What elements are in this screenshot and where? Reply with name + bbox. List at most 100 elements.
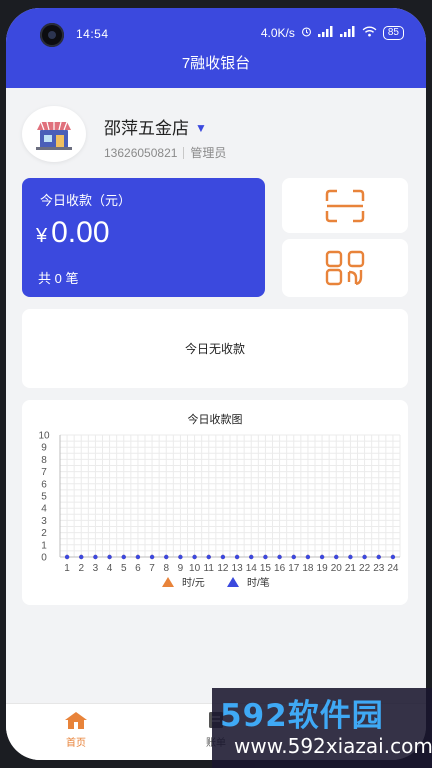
scan-icon bbox=[325, 189, 365, 222]
x-tick-label: 10 bbox=[189, 563, 201, 574]
store-name[interactable]: 邵萍五金店 ▼ bbox=[104, 114, 207, 139]
qr-code-button[interactable] bbox=[282, 239, 408, 297]
store-role: 管理员 bbox=[190, 146, 227, 160]
data-point-1 bbox=[334, 554, 339, 560]
data-point-1 bbox=[220, 554, 226, 560]
data-point-1 bbox=[121, 554, 126, 560]
x-tick-label: 16 bbox=[274, 563, 286, 574]
data-point-1 bbox=[319, 554, 325, 560]
network-speed: 4.0K/s bbox=[260, 26, 295, 40]
data-point-1 bbox=[277, 554, 282, 560]
x-tick-label: 5 bbox=[121, 563, 127, 574]
signal-icon-2 bbox=[339, 26, 356, 40]
store-meta: 13626050821 管理员 bbox=[104, 144, 226, 161]
data-point-1 bbox=[164, 554, 169, 560]
data-point-1 bbox=[107, 554, 112, 560]
main-content: 邵萍五金店 ▼ 13626050821 管理员 今日收款（元） ¥0.00 共 0 … bbox=[6, 88, 426, 704]
x-tick-label: 19 bbox=[317, 563, 329, 574]
status-icons: 4.0K/s 85 bbox=[261, 26, 404, 40]
data-point-1 bbox=[291, 554, 296, 560]
data-point-1 bbox=[263, 554, 268, 560]
scan-button[interactable] bbox=[282, 178, 408, 233]
x-tick-label: 9 bbox=[178, 563, 184, 574]
app-title: 7融收银台 bbox=[181, 55, 251, 72]
legend-marker bbox=[162, 577, 174, 587]
x-tick-label: 13 bbox=[232, 563, 244, 574]
data-point-1 bbox=[390, 554, 396, 560]
y-tick-label: 3 bbox=[41, 516, 47, 527]
data-point-1 bbox=[93, 554, 98, 560]
phone-screen: 14:54 4.0K/s 85 7融收银台 邵萍五金店 ▼ 1362605082… bbox=[6, 8, 426, 760]
today-label: 今日收款（元） bbox=[40, 193, 132, 208]
x-tick-label: 20 bbox=[331, 563, 343, 574]
alarm-icon bbox=[301, 26, 312, 40]
today-amount: ¥0.00 bbox=[36, 216, 110, 250]
y-tick-label: 0 bbox=[41, 553, 47, 564]
legend-label: 时/笔 bbox=[247, 576, 270, 589]
x-tick-label: 8 bbox=[163, 563, 169, 574]
y-tick-label: 6 bbox=[41, 479, 47, 490]
x-tick-label: 22 bbox=[359, 563, 371, 574]
x-tick-label: 6 bbox=[135, 563, 141, 574]
wifi-icon bbox=[362, 26, 377, 40]
y-tick-label: 9 bbox=[41, 443, 47, 454]
data-point-1 bbox=[192, 554, 197, 560]
today-amount-value: 0.00 bbox=[51, 216, 110, 249]
signal-icon bbox=[317, 26, 334, 40]
x-tick-label: 4 bbox=[107, 563, 113, 574]
x-tick-label: 15 bbox=[260, 563, 272, 574]
legend-marker bbox=[227, 577, 239, 587]
x-tick-label: 11 bbox=[204, 563, 215, 574]
data-point-1 bbox=[362, 554, 367, 560]
status-time: 14:54 bbox=[76, 27, 109, 41]
y-tick-label: 2 bbox=[41, 528, 47, 539]
x-tick-label: 2 bbox=[78, 563, 84, 574]
camera-icon bbox=[40, 23, 64, 47]
status-bar: 14:54 4.0K/s 85 bbox=[6, 23, 426, 47]
store-avatar bbox=[22, 106, 86, 162]
data-point-1 bbox=[79, 554, 84, 560]
x-tick-label: 23 bbox=[373, 563, 385, 574]
data-point-1 bbox=[135, 554, 141, 560]
empty-payments-card: 今日无收款 bbox=[22, 309, 408, 388]
data-point-1 bbox=[64, 554, 70, 560]
data-point-1 bbox=[149, 554, 155, 560]
data-point-1 bbox=[206, 554, 211, 560]
x-tick-label: 24 bbox=[387, 563, 399, 574]
y-tick-label: 4 bbox=[41, 504, 47, 515]
store-name-text: 邵萍五金店 bbox=[104, 119, 189, 138]
today-summary-card[interactable]: 今日收款（元） ¥0.00 共 0 笔 bbox=[22, 178, 265, 297]
currency-symbol: ¥ bbox=[36, 225, 48, 247]
today-count: 共 0 笔 bbox=[38, 271, 79, 286]
tab-home[interactable]: 首页 bbox=[6, 704, 146, 760]
chart-card: 今日收款图 0 1 2 3 4 5 6 7 8 9 10 1 2 3 4 5 6 7 8 9 10 11 12 13 14 15 1… bbox=[22, 400, 408, 605]
data-point-1 bbox=[348, 554, 353, 560]
y-tick-label: 10 bbox=[38, 431, 50, 442]
y-tick-label: 7 bbox=[41, 467, 47, 478]
qr-code-icon bbox=[325, 250, 365, 286]
home-icon bbox=[65, 712, 87, 729]
data-point-1 bbox=[376, 554, 381, 560]
app-header: 14:54 4.0K/s 85 7融收银台 bbox=[6, 8, 426, 88]
x-tick-label: 3 bbox=[93, 563, 99, 574]
empty-message: 今日无收款 bbox=[184, 342, 245, 356]
store-info[interactable]: 邵萍五金店 ▼ 13626050821 管理员 bbox=[22, 102, 410, 166]
y-tick-label: 8 bbox=[41, 455, 47, 466]
store-phone: 13626050821 bbox=[104, 146, 178, 160]
x-tick-label: 17 bbox=[288, 563, 300, 574]
legend-label: 时/元 bbox=[182, 577, 205, 589]
x-tick-label: 12 bbox=[217, 563, 229, 574]
dropdown-caret-icon[interactable]: ▼ bbox=[195, 121, 207, 135]
battery-indicator: 85 bbox=[382, 26, 404, 40]
x-tick-label: 18 bbox=[302, 563, 314, 574]
store-icon bbox=[36, 121, 72, 150]
tab-home-label: 首页 bbox=[66, 738, 86, 749]
watermark-url: www.592xiazai.com bbox=[234, 734, 432, 758]
x-tick-label: 1 bbox=[64, 563, 70, 574]
data-point-1 bbox=[305, 554, 311, 560]
site-watermark: 592软件园 www.592xiazai.com bbox=[212, 688, 432, 768]
x-tick-label: 21 bbox=[345, 563, 357, 574]
data-point-1 bbox=[249, 554, 254, 560]
x-tick-label: 14 bbox=[246, 563, 258, 574]
watermark-logo: 592软件园 bbox=[220, 698, 384, 734]
